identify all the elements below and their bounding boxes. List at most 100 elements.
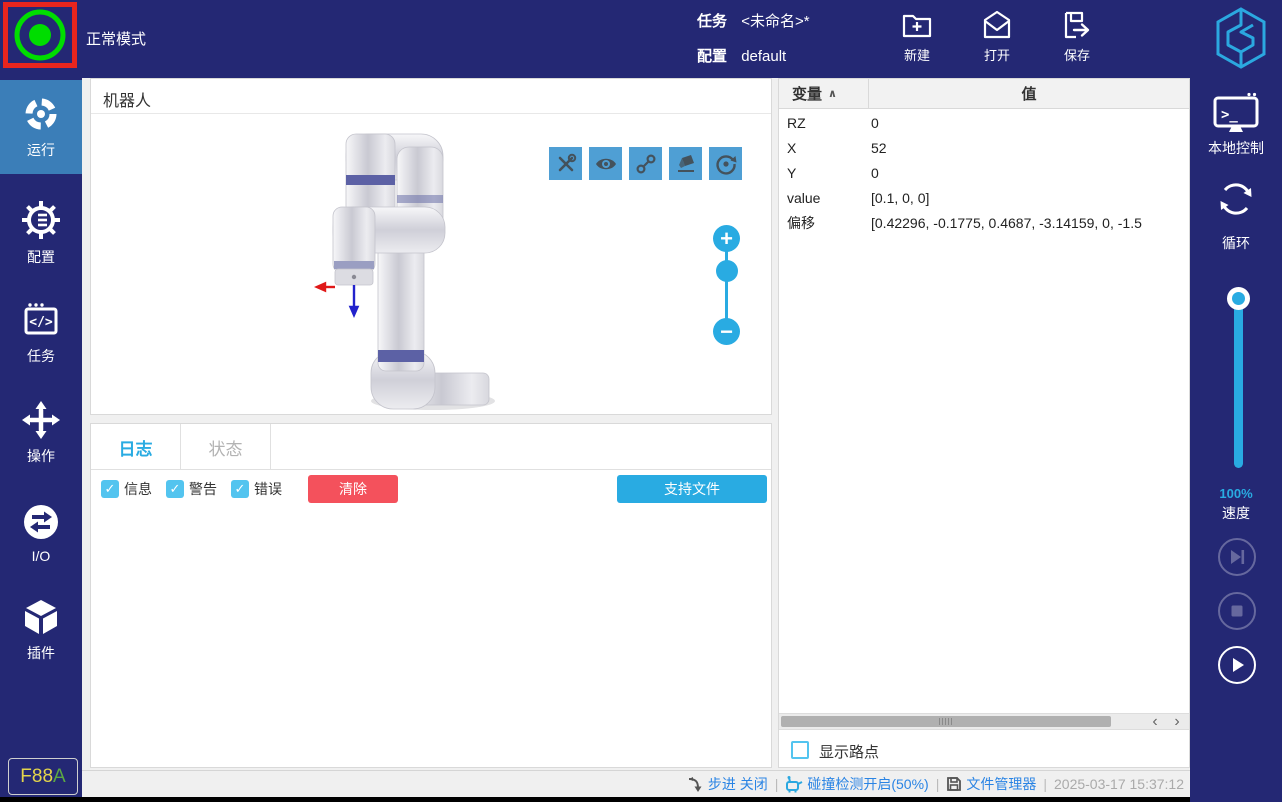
show-waypoints-checkbox[interactable] — [791, 741, 809, 759]
zoom-out-button[interactable]: − — [713, 318, 740, 345]
step-mode-status[interactable]: 步进 关闭 — [687, 774, 768, 794]
file-manager-link[interactable]: 文件管理器 — [946, 774, 1036, 794]
filter-info-label: 信息 — [124, 479, 152, 499]
top-bar: 正常模式 任务 <未命名>* 配置 default 新建 打开 — [0, 0, 1282, 78]
sidebar-item-io[interactable]: I/O — [0, 486, 82, 580]
view-path-button[interactable] — [629, 147, 662, 180]
variable-row[interactable]: Y 0 — [779, 161, 1189, 186]
tab-status[interactable]: 状态 — [181, 424, 271, 470]
collision-robot-icon — [785, 775, 803, 793]
zoom-slider-knob[interactable] — [716, 260, 738, 282]
support-file-button[interactable]: 支持文件 — [617, 475, 767, 503]
task-name: <未命名>* — [741, 13, 809, 30]
collision-detection-label: 碰撞检测开启(50%) — [807, 774, 928, 794]
sidebar-item-label: 配置 — [27, 247, 55, 267]
variable-value: [0.42296, -0.1775, 0.4687, -3.14159, 0, … — [871, 211, 1189, 236]
status-bar: 步进 关闭 | 碰撞检测开启(50%) | 文件管理器 | 2025-03- — [82, 770, 1190, 797]
open-task-label: 打开 — [984, 45, 1010, 64]
variable-name: Y — [787, 161, 796, 186]
collision-detection-status[interactable]: 碰撞检测开启(50%) — [785, 774, 928, 794]
log-filter-row: ✓ 信息 ✓ 警告 ✓ 错误 清除 支持文件 — [91, 470, 771, 508]
filter-warning-checkbox[interactable]: ✓ — [166, 480, 184, 498]
speed-slider-knob[interactable] — [1227, 287, 1250, 310]
robot-model-button[interactable]: F88A — [8, 758, 78, 795]
step-arrow-icon — [687, 776, 704, 793]
path-icon — [634, 152, 658, 176]
variable-name: X — [787, 136, 796, 161]
view-erase-button[interactable] — [669, 147, 702, 180]
new-task-button[interactable]: 新建 — [887, 8, 947, 72]
terminal-icon: >_ — [1213, 92, 1259, 134]
tab-log[interactable]: 日志 — [91, 424, 181, 470]
loop-label: 循环 — [1190, 233, 1282, 253]
open-task-button[interactable]: 打开 — [967, 8, 1027, 72]
power-status-icon[interactable] — [8, 7, 72, 63]
scroll-left-arrow[interactable]: ‹ — [1145, 714, 1165, 729]
view-tools-button[interactable] — [549, 147, 582, 180]
mode-label: 正常模式 — [86, 28, 146, 49]
move-arrows-icon — [22, 401, 60, 439]
brand-logo-icon — [1212, 5, 1270, 71]
filter-error-label: 错误 — [254, 479, 282, 499]
scrollbar-thumb[interactable] — [781, 716, 1111, 727]
gear-icon — [21, 200, 61, 240]
stop-button[interactable] — [1218, 592, 1256, 630]
window-bottom-edge — [0, 797, 1190, 802]
run-icon — [22, 95, 60, 133]
io-icon — [22, 503, 60, 541]
eye-icon — [594, 152, 618, 176]
config-key: 配置 — [697, 48, 727, 65]
log-content-area[interactable] — [91, 508, 771, 767]
sidebar-item-operate[interactable]: 操作 — [0, 386, 82, 480]
speed-slider-track[interactable] — [1234, 296, 1243, 468]
svg-text:>_: >_ — [1221, 107, 1238, 123]
clear-log-button[interactable]: 清除 — [308, 475, 398, 503]
new-task-label: 新建 — [904, 45, 930, 64]
tools-icon — [555, 153, 577, 175]
sidebar-item-label: 操作 — [27, 446, 55, 466]
value-column-header: 值 — [869, 79, 1189, 108]
variable-row[interactable]: RZ 0 — [779, 111, 1189, 136]
collapse-chevron-icon: ∧ — [828, 87, 837, 100]
save-task-label: 保存 — [1064, 45, 1090, 64]
view-visibility-button[interactable] — [589, 147, 622, 180]
loop-icon — [1215, 178, 1257, 220]
loop-button[interactable] — [1215, 178, 1257, 225]
step-mode-label: 步进 关闭 — [708, 774, 768, 794]
config-row: 配置 default — [697, 45, 786, 66]
filter-error-checkbox[interactable]: ✓ — [231, 480, 249, 498]
task-row: 任务 <未命名>* — [697, 10, 810, 31]
view-reset-rotation-button[interactable] — [709, 147, 742, 180]
sidebar-item-label: I/O — [32, 548, 51, 564]
step-forward-button[interactable] — [1218, 538, 1256, 576]
sidebar-item-config[interactable]: 配置 — [0, 186, 82, 280]
scroll-right-arrow[interactable]: › — [1167, 714, 1187, 729]
horizontal-scrollbar[interactable]: ‹ › — [779, 713, 1189, 730]
separator: | — [775, 776, 779, 792]
variables-column-header[interactable]: 变量 ∧ — [779, 79, 869, 108]
sidebar-item-task[interactable]: </> 任务 — [0, 286, 82, 380]
filter-warning-label: 警告 — [189, 479, 217, 499]
play-button[interactable] — [1218, 646, 1256, 684]
code-window-icon: </> — [22, 301, 60, 339]
minus-icon: − — [720, 321, 733, 343]
play-icon — [1227, 655, 1247, 675]
right-sidebar: >_ 本地控制 循环 100% 速度 — [1190, 78, 1282, 802]
sidebar-item-plugin[interactable]: 插件 — [0, 583, 82, 677]
sidebar-item-run[interactable]: 运行 — [0, 80, 82, 174]
plugin-cube-icon — [22, 598, 60, 636]
variable-row[interactable]: X 52 — [779, 136, 1189, 161]
local-control-button[interactable]: >_ — [1213, 92, 1259, 139]
variable-name: RZ — [787, 111, 806, 136]
log-tab-bar: 日志 状态 — [91, 424, 771, 470]
zoom-in-button[interactable]: + — [713, 225, 740, 252]
stop-icon — [1227, 601, 1247, 621]
robot-3d-view[interactable] — [283, 101, 501, 413]
variable-row[interactable]: value [0.1, 0, 0] — [779, 186, 1189, 211]
save-task-button[interactable]: 保存 — [1047, 8, 1107, 72]
variable-row[interactable]: 偏移 [0.42296, -0.1775, 0.4687, -3.14159, … — [779, 211, 1189, 236]
variable-value: 52 — [871, 136, 1189, 161]
variable-value: 0 — [871, 161, 1189, 186]
local-control-label: 本地控制 — [1190, 138, 1282, 158]
filter-info-checkbox[interactable]: ✓ — [101, 480, 119, 498]
